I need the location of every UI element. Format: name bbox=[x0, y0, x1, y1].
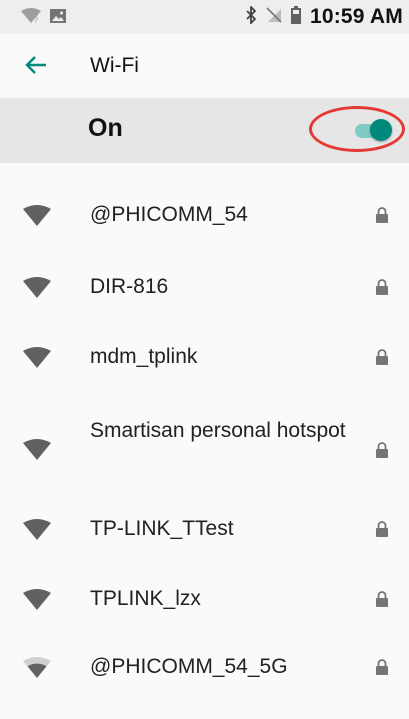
network-ssid: TPLINK_lzx bbox=[90, 587, 201, 610]
wifi-signal-icon bbox=[23, 589, 51, 610]
wifi-master-switch-row[interactable]: On bbox=[0, 98, 409, 163]
network-item[interactable]: TP-LINK_TTest bbox=[0, 496, 409, 562]
wifi-toggle[interactable] bbox=[353, 117, 393, 145]
network-item[interactable]: Smartisan personal hotspot bbox=[0, 400, 409, 494]
network-ssid: Smartisan personal hotspot bbox=[90, 419, 346, 442]
network-item[interactable]: @PHICOMM_54 bbox=[0, 182, 409, 248]
lock-icon bbox=[376, 442, 388, 458]
image-notification-icon bbox=[50, 8, 66, 29]
network-ssid: @PHICOMM_54_5G bbox=[90, 655, 288, 678]
back-button[interactable] bbox=[22, 52, 52, 82]
network-ssid: mdm_tplink bbox=[90, 345, 198, 368]
wifi-signal-icon bbox=[23, 277, 51, 298]
network-ssid: TP-LINK_TTest bbox=[90, 517, 234, 540]
wifi-signal-weak-icon bbox=[23, 657, 51, 678]
master-switch-label: On bbox=[88, 114, 123, 142]
wifi-signal-icon bbox=[23, 347, 51, 368]
arrow-back-icon bbox=[25, 56, 46, 74]
lock-icon bbox=[376, 207, 388, 223]
status-bar: ? 10:59 AM bbox=[0, 0, 409, 34]
wifi-signal-icon bbox=[23, 205, 51, 226]
network-item[interactable]: TPLINK_lzx bbox=[0, 566, 409, 632]
network-ssid: DIR-816 bbox=[90, 275, 169, 298]
toggle-thumb bbox=[370, 119, 392, 141]
network-item[interactable]: mdm_tplink bbox=[0, 324, 409, 390]
network-item[interactable]: DIR-816 bbox=[0, 254, 409, 320]
svg-text:?: ? bbox=[33, 15, 38, 24]
wifi-signal-icon bbox=[23, 439, 51, 460]
network-item[interactable]: @PHICOMM_54_5G bbox=[0, 634, 409, 700]
page-title: Wi-Fi bbox=[90, 54, 139, 77]
bluetooth-icon bbox=[245, 4, 257, 29]
no-sim-icon bbox=[266, 6, 282, 28]
status-right: 10:59 AM bbox=[245, 4, 403, 29]
wifi-question-icon: ? bbox=[20, 8, 42, 29]
wifi-signal-icon bbox=[23, 519, 51, 540]
battery-icon bbox=[290, 5, 301, 29]
app-bar: Wi-Fi bbox=[0, 34, 409, 98]
lock-icon bbox=[376, 659, 388, 675]
status-left: ? bbox=[20, 8, 66, 29]
lock-icon bbox=[376, 521, 388, 537]
lock-icon bbox=[376, 591, 388, 607]
lock-icon bbox=[376, 349, 388, 365]
status-time: 10:59 AM bbox=[309, 5, 403, 28]
network-ssid: @PHICOMM_54 bbox=[90, 203, 248, 226]
lock-icon bbox=[376, 279, 388, 295]
